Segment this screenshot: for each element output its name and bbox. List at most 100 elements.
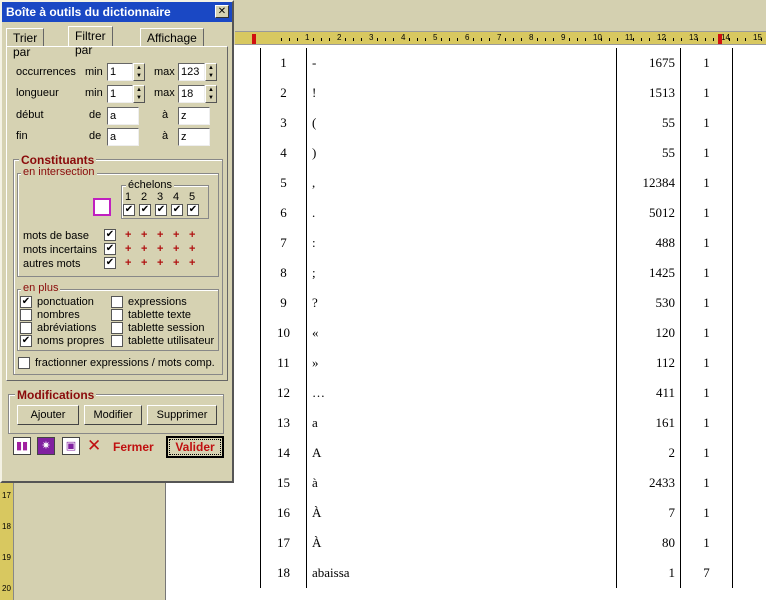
modifications-title: Modifications <box>15 388 97 402</box>
echelon-2-checkbox[interactable]: ✔ <box>139 204 151 216</box>
table-row[interactable]: 17 À 80 1 <box>260 528 733 558</box>
nombres-checkbox[interactable] <box>20 309 32 321</box>
supprimer-button[interactable]: Supprimer <box>147 405 217 425</box>
row-frequency: 7 <box>680 558 733 588</box>
table-row[interactable]: 12… 411 1 <box>260 378 733 408</box>
table-row[interactable]: 6. 5012 1 <box>260 198 733 228</box>
ruler-tick <box>681 38 682 41</box>
close-button[interactable]: ✕ <box>215 5 229 18</box>
noms-propres-checkbox[interactable]: ✔ <box>20 335 32 347</box>
table-row[interactable]: 9? 530 1 <box>260 288 733 318</box>
ajouter-button[interactable]: Ajouter <box>17 405 79 425</box>
table-row[interactable]: 5, 12384 1 <box>260 168 733 198</box>
fin-to-input[interactable]: z <box>178 128 210 146</box>
row-number: 17 <box>260 528 307 558</box>
plus-marker[interactable]: + <box>141 257 147 269</box>
row-frequency: 1 <box>680 138 733 168</box>
echelon-number: 3 <box>157 191 164 203</box>
ruler-tick <box>489 38 490 41</box>
plus-marker[interactable]: + <box>125 243 131 255</box>
table-row[interactable]: 16 À 7 1 <box>260 498 733 528</box>
longueur-min-input[interactable]: 1 <box>107 85 133 103</box>
table-row[interactable]: 18 abaissa 1 7 <box>260 558 733 588</box>
fermer-button[interactable]: Fermer <box>113 440 154 454</box>
occurrences-max-spinner[interactable]: ▲ ▼ <box>205 63 217 81</box>
plus-marker[interactable]: + <box>157 229 163 241</box>
ponctuation-checkbox[interactable]: ✔ <box>20 296 32 308</box>
longueur-max-input[interactable]: 18 <box>178 85 205 103</box>
plus-marker[interactable]: + <box>173 229 179 241</box>
row-frequency: 1 <box>680 438 733 468</box>
occurrences-max-input[interactable]: 123 <box>178 63 205 81</box>
abreviations-checkbox[interactable] <box>20 322 32 334</box>
left-margin-marker[interactable] <box>252 34 256 44</box>
table-row[interactable]: 7:488 1 <box>260 228 733 258</box>
plus-marker[interactable]: + <box>173 257 179 269</box>
occurrences-min-input[interactable]: 1 <box>107 63 133 81</box>
expressions-checkbox[interactable] <box>111 296 123 308</box>
longueur-min-spinner[interactable]: ▲ ▼ <box>133 85 145 103</box>
row-frequency: 1 <box>680 468 733 498</box>
plus-marker[interactable]: + <box>141 243 147 255</box>
echelon-1-checkbox[interactable]: ✔ <box>123 204 135 216</box>
abreviations-label: abréviations <box>37 322 97 334</box>
dictionary-table: 1-1675 1 2! 1513 1 3(55 1 4) 55 1 5, 12384 1 6. 5012 1 7… <box>260 48 733 588</box>
ruler-number: 6 <box>465 33 470 42</box>
plus-marker[interactable]: + <box>189 243 195 255</box>
row-occurrences: 2433 <box>616 468 681 498</box>
fin-from-input[interactable]: a <box>107 128 139 146</box>
horizontal-ruler[interactable]: 12345678910111213141516 <box>235 31 766 45</box>
plus-marker[interactable]: + <box>141 229 147 241</box>
ruler-tick <box>425 38 426 41</box>
valider-button[interactable]: Valider <box>166 436 224 458</box>
lightbulb-icon[interactable]: ✷ <box>37 437 55 455</box>
table-row[interactable]: 3(55 1 <box>260 108 733 138</box>
plus-marker[interactable]: + <box>157 243 163 255</box>
tab-filtrer-par[interactable]: Filtrer par <box>68 26 113 57</box>
plus-marker[interactable]: + <box>173 243 179 255</box>
table-row[interactable]: 11» 112 1 <box>260 348 733 378</box>
plus-marker[interactable]: + <box>125 229 131 241</box>
table-row[interactable]: 8; 1425 1 <box>260 258 733 288</box>
tablette-utilisateur-checkbox[interactable] <box>111 335 123 347</box>
save-icon[interactable]: ▣ <box>62 437 80 455</box>
autres-mots-checkbox[interactable]: ✔ <box>104 257 116 269</box>
row-number: 15 <box>260 468 307 498</box>
ruler-tick <box>385 38 386 41</box>
modifier-button[interactable]: Modifier <box>84 405 142 425</box>
mots-de-base-checkbox[interactable]: ✔ <box>104 229 116 241</box>
debut-to-input[interactable]: z <box>178 107 210 125</box>
fractionner-checkbox[interactable] <box>18 357 30 369</box>
table-row[interactable]: 10 «120 1 <box>260 318 733 348</box>
ruler-tick <box>441 38 442 41</box>
table-row[interactable]: 14 A 2 1 <box>260 438 733 468</box>
tab-affichage[interactable]: Affichage <box>140 28 204 46</box>
echelon-3-checkbox[interactable]: ✔ <box>155 204 167 216</box>
table-row[interactable]: 4) 55 1 <box>260 138 733 168</box>
table-row[interactable]: 1-1675 1 <box>260 48 733 78</box>
row-number: 9 <box>260 288 307 318</box>
table-row[interactable]: 13 a 161 1 <box>260 408 733 438</box>
tablette-session-checkbox[interactable] <box>111 322 123 334</box>
plus-marker[interactable]: + <box>189 229 195 241</box>
ruler-number: 1 <box>305 33 310 42</box>
plus-marker[interactable]: + <box>157 257 163 269</box>
tablette-texte-checkbox[interactable] <box>111 309 123 321</box>
plus-marker[interactable]: + <box>125 257 131 269</box>
delete-icon[interactable]: ✕ <box>87 436 101 456</box>
right-margin-marker[interactable] <box>718 34 722 44</box>
chart-icon[interactable]: ▮▮ <box>13 437 31 455</box>
row-occurrences: 488 <box>616 228 681 258</box>
echelon-4-checkbox[interactable]: ✔ <box>171 204 183 216</box>
table-row[interactable]: 15 à 2433 1 <box>260 468 733 498</box>
plus-marker[interactable]: + <box>189 257 195 269</box>
color-selector-swatch[interactable] <box>93 198 111 216</box>
tab-trier-par[interactable]: Trier par <box>6 28 45 59</box>
echelon-5-checkbox[interactable]: ✔ <box>187 204 199 216</box>
debut-from-input[interactable]: a <box>107 107 139 125</box>
occurrences-min-spinner[interactable]: ▲ ▼ <box>133 63 145 81</box>
window-titlebar[interactable]: Boîte à outils du dictionnaire ✕ <box>2 2 232 22</box>
longueur-max-spinner[interactable]: ▲ ▼ <box>205 85 217 103</box>
mots-incertains-checkbox[interactable]: ✔ <box>104 243 116 255</box>
table-row[interactable]: 2! 1513 1 <box>260 78 733 108</box>
